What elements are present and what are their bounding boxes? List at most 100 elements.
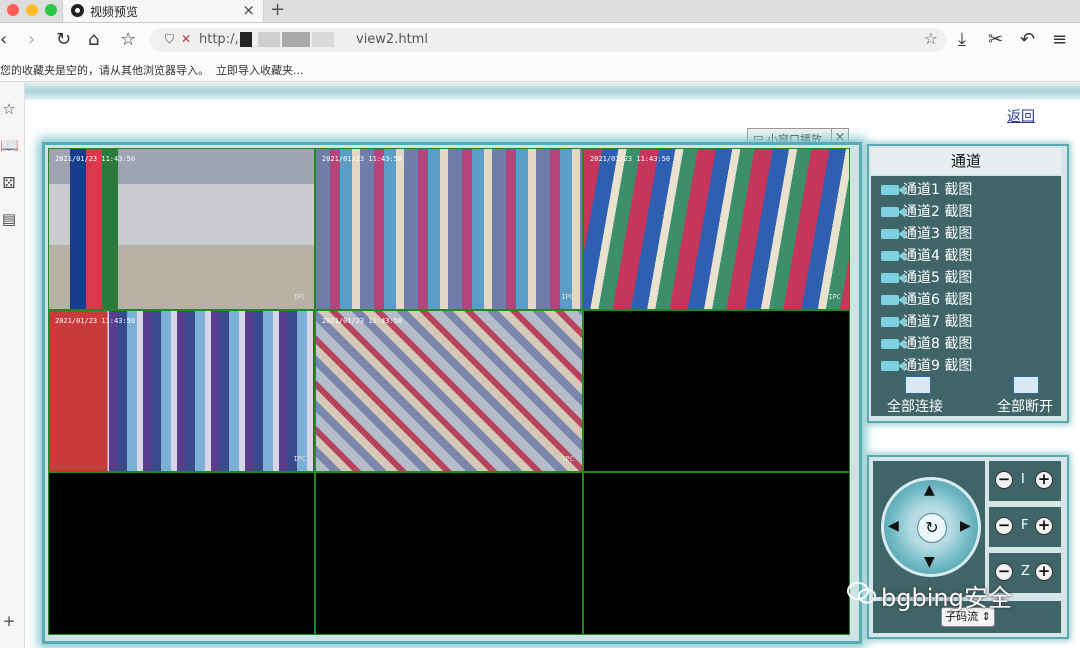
focus-label: F — [1021, 518, 1029, 533]
channel-item-label: 通道7 截图 — [903, 314, 973, 330]
close-window-button[interactable] — [7, 4, 19, 16]
channel-list: 通道1 截图 通道2 截图 通道3 截图 通道4 截图 通道5 截图 通道6 截… — [871, 176, 1061, 416]
maximize-window-button[interactable] — [45, 4, 57, 16]
channel-item-6[interactable]: 通道6 截图 — [881, 290, 972, 310]
download-icon[interactable]: ⤓ — [958, 29, 966, 51]
menu-icon[interactable]: ≡ — [1052, 29, 1067, 51]
collections-icon[interactable]: ⚄ — [0, 174, 18, 192]
iris-plus-button[interactable]: + — [1035, 471, 1053, 489]
ptz-joystick[interactable]: ▲ ▼ ◀ ▶ ↻ — [881, 477, 981, 577]
channel-item-label: 通道6 截图 — [903, 292, 973, 308]
iris-minus-button[interactable]: − — [995, 471, 1013, 489]
channel-item-label: 通道8 截图 — [903, 336, 973, 352]
home-icon[interactable]: ⌂ — [88, 29, 99, 51]
url-text-prefix: http:/, — [199, 32, 239, 47]
focus-control: − F + — [989, 507, 1061, 547]
browser-side-rail: ☆ 📖 ⚄ ▤ + — [0, 82, 25, 648]
camera-icon — [881, 185, 899, 195]
video-cell-9[interactable] — [583, 472, 850, 635]
reload-icon[interactable]: ↻ — [56, 29, 71, 51]
connect-all-button[interactable]: 全部连接 — [887, 396, 943, 416]
browser-toolbar: ‹ › ↻ ⌂ ☆ ⛉ ✕ http:/, view2.html ☆ ⤓ ✂ ↶… — [0, 23, 1080, 57]
camera-feed-4: 2021/01/23 11:43:50 IPC — [49, 311, 314, 471]
camera-icon — [881, 229, 899, 239]
channel-item-label: 通道9 截图 — [903, 358, 973, 374]
url-redaction — [240, 32, 252, 47]
camera-timestamp: 2021/01/23 11:43:50 — [55, 155, 136, 163]
camera-label: IPC — [561, 455, 574, 463]
camera-icon — [881, 273, 899, 283]
arrow-down-icon[interactable]: ▼ — [924, 554, 935, 570]
camera-icon — [881, 295, 899, 305]
video-preview-page: 返回 ▭ 小窗口播放 × 2021/01/23 11:43:50 IPC 202… — [25, 82, 1080, 648]
channel-item-7[interactable]: 通道7 截图 — [881, 312, 972, 332]
video-cell-5[interactable]: 2021/01/23 11:43:50 IPC — [315, 310, 583, 472]
arrow-right-icon[interactable]: ▶ — [960, 518, 971, 534]
camera-label: IPC — [293, 293, 306, 301]
connect-all-icon[interactable] — [905, 376, 931, 394]
disconnect-all-icon[interactable] — [1013, 376, 1039, 394]
camera-label: IPC — [828, 293, 841, 301]
focus-plus-button[interactable]: + — [1035, 517, 1053, 535]
tab-bar: 视频预览 × + — [0, 0, 1080, 23]
channel-item-label: 通道4 截图 — [903, 248, 973, 264]
channel-item-label: 通道1 截图 — [903, 182, 973, 198]
video-cell-3[interactable]: 2021/01/23 11:43:50 IPC — [583, 148, 850, 310]
video-cell-6[interactable] — [583, 310, 850, 472]
channel-item-9[interactable]: 通道9 截图 — [881, 356, 972, 376]
back-icon[interactable]: ‹ — [0, 29, 7, 51]
favorites-icon[interactable]: ☆ — [0, 100, 18, 118]
browser-tab[interactable]: 视频预览 × — [62, 0, 264, 22]
arrow-left-icon[interactable]: ◀ — [888, 518, 899, 534]
camera-timestamp: 2021/01/23 11:43:50 — [322, 317, 403, 325]
focus-minus-button[interactable]: − — [995, 517, 1013, 535]
zoom-plus-button[interactable]: + — [1035, 563, 1053, 581]
camera-feed-1: 2021/01/23 11:43:50 IPC — [49, 149, 314, 309]
new-tab-button[interactable]: + — [270, 0, 285, 20]
video-cell-4[interactable]: 2021/01/23 11:43:50 IPC — [48, 310, 315, 472]
video-cell-2[interactable]: 2021/01/23 11:43:50 IPC — [315, 148, 583, 310]
arrow-up-icon[interactable]: ▲ — [924, 482, 935, 498]
camera-icon — [881, 339, 899, 349]
channel-item-1[interactable]: 通道1 截图 — [881, 180, 972, 200]
bookmarks-empty-message: 您的收藏夹是空的，请从其他浏览器导入。 — [0, 64, 209, 77]
add-icon[interactable]: + — [0, 612, 18, 630]
video-frame: 2021/01/23 11:43:50 IPC 2021/01/23 11:43… — [42, 142, 862, 644]
tab-close-icon[interactable]: × — [242, 1, 255, 19]
watermark: bgbing安全 — [847, 578, 1012, 613]
channel-item-3[interactable]: 通道3 截图 — [881, 224, 972, 244]
import-bookmarks-link[interactable]: 立即导入收藏夹... — [216, 62, 304, 78]
url-redaction — [258, 32, 280, 47]
cut-icon[interactable]: ✂ — [988, 29, 1003, 51]
auto-rotate-icon[interactable]: ↻ — [917, 513, 947, 543]
channel-item-8[interactable]: 通道8 截图 — [881, 334, 972, 354]
notes-icon[interactable]: ▤ — [0, 210, 18, 228]
minimize-window-button[interactable] — [26, 4, 38, 16]
video-cell-1[interactable]: 2021/01/23 11:43:50 IPC — [48, 148, 315, 310]
camera-icon — [881, 317, 899, 327]
site-favicon-icon — [71, 4, 84, 17]
video-cell-7[interactable] — [48, 472, 315, 635]
video-cell-8[interactable] — [315, 472, 583, 635]
security-shield-icon: ⛉ — [165, 32, 175, 46]
tab-title: 视频预览 — [90, 5, 139, 19]
joystick-container: ▲ ▼ ◀ ▶ ↻ — [873, 461, 985, 597]
camera-timestamp: 2021/01/23 11:43:50 — [322, 155, 403, 163]
favorite-star-icon[interactable]: ☆ — [924, 29, 938, 48]
forward-icon[interactable]: › — [28, 29, 35, 51]
permission-blocked-icon: ✕ — [181, 32, 192, 46]
reading-list-icon[interactable]: 📖 — [0, 136, 19, 154]
camera-timestamp: 2021/01/23 11:43:50 — [55, 317, 136, 325]
undo-icon[interactable]: ↶ — [1020, 29, 1035, 51]
url-redaction — [312, 32, 334, 47]
disconnect-all-button[interactable]: 全部断开 — [997, 396, 1053, 416]
camera-icon — [881, 207, 899, 217]
bookmark-star-icon[interactable]: ☆ — [120, 29, 136, 51]
address-bar[interactable]: ⛉ ✕ http:/, view2.html ☆ — [150, 28, 946, 52]
camera-feed-3: 2021/01/23 11:43:50 IPC — [584, 149, 849, 309]
back-link[interactable]: 返回 — [1007, 106, 1035, 126]
channel-panel-title: 通道 — [871, 148, 1061, 174]
channel-item-2[interactable]: 通道2 截图 — [881, 202, 972, 222]
channel-item-4[interactable]: 通道4 截图 — [881, 246, 972, 266]
channel-item-5[interactable]: 通道5 截图 — [881, 268, 972, 288]
